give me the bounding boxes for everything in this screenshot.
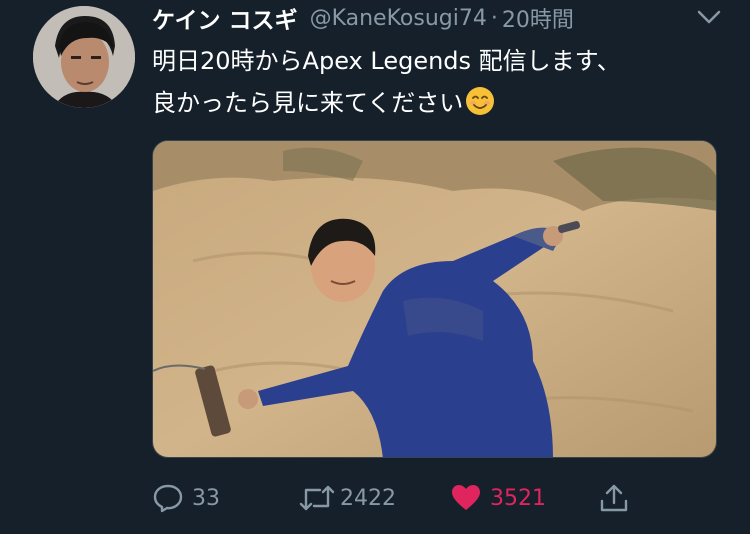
retweet-count: 2422 <box>340 485 396 511</box>
reply-icon <box>153 484 183 513</box>
tweet-timestamp[interactable]: 20時間 <box>502 2 574 34</box>
separator-dot: · <box>490 5 498 31</box>
reply-count: 33 <box>192 485 220 511</box>
tweet-actions: 33 2422 3521 <box>152 478 652 518</box>
like-count: 3521 <box>490 485 546 511</box>
tweet-text: 明日20時からApex Legends 配信します、 良かったら見に来てください <box>152 40 732 124</box>
more-options-button[interactable] <box>694 6 724 28</box>
share-icon <box>600 484 628 512</box>
user-handle[interactable]: @KaneKosugi74 <box>310 6 487 31</box>
reply-button[interactable]: 33 <box>152 478 220 518</box>
tweet-text-line-2: 良かったら見に来てください <box>152 89 464 117</box>
chevron-down-icon <box>697 10 721 24</box>
display-name[interactable]: ケイン コスギ <box>152 1 298 35</box>
tweet-text-line-2-wrapper: 良かったら見に来てください <box>152 82 732 124</box>
tweet-photo[interactable] <box>152 140 717 458</box>
avatar[interactable] <box>33 6 135 108</box>
like-button[interactable]: 3521 <box>450 478 546 518</box>
tweet-text-line-1: 明日20時からApex Legends 配信します、 <box>152 47 621 75</box>
retweet-icon <box>299 485 335 511</box>
smiling-face-icon <box>465 86 495 116</box>
retweet-button[interactable]: 2422 <box>298 478 396 518</box>
heart-icon <box>452 485 480 510</box>
share-button[interactable] <box>598 478 630 518</box>
tweet-header: ケイン コスギ @KaneKosugi74 · 20時間 <box>152 0 574 36</box>
